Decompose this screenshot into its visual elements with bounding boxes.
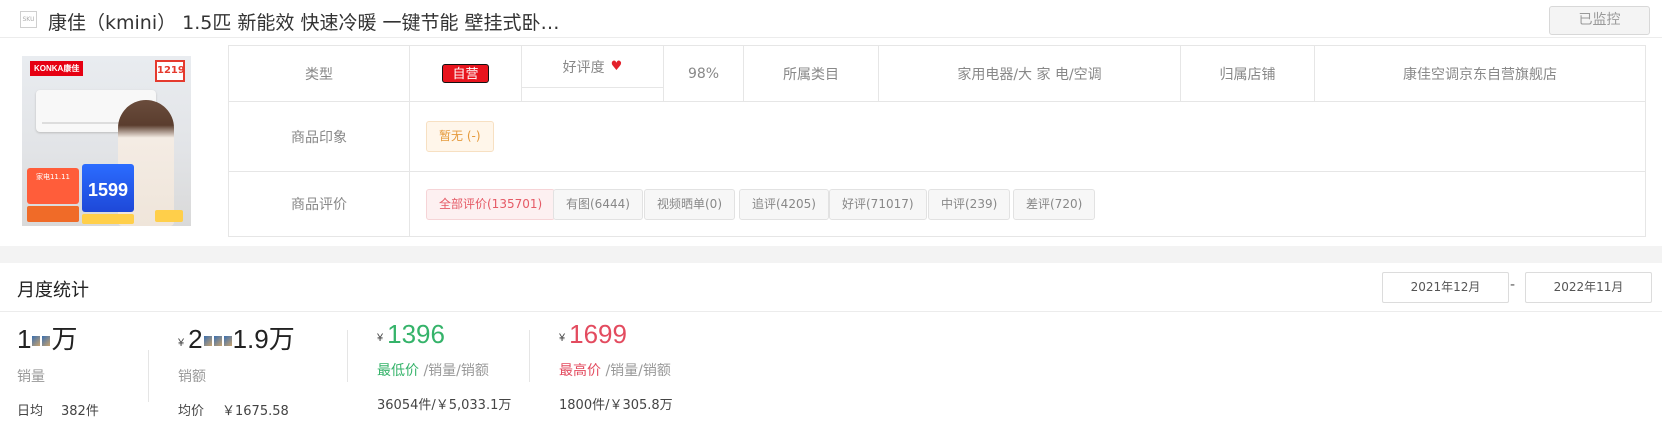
- min-price-detail: 36054件/￥5,033.1万: [377, 398, 512, 413]
- product-info-table: 类型 自营 好评度 ♥ 98% 所属类目 家用电器/大 家 电/空调 归属店铺 康…: [228, 45, 1646, 237]
- brand-logo: KONKA康佳: [30, 61, 84, 76]
- rating-spacer: [522, 88, 664, 102]
- max-price-detail: 1800件/￥305.8万: [559, 398, 673, 413]
- review-chip-all[interactable]: 全部评价(135701): [426, 189, 556, 220]
- shop-label: 归属店铺: [1181, 46, 1315, 102]
- stat-divider: [148, 350, 149, 402]
- review-label: 商品评价: [229, 172, 410, 236]
- revenue-value: ¥2 1.9万: [178, 324, 295, 354]
- review-chip-images[interactable]: 有图(6444): [553, 189, 643, 220]
- sku-icon: SKU: [20, 11, 37, 28]
- sales-volume-stat: 1万 销量 日均 382件: [17, 319, 99, 419]
- average-price: 均价 ￥1675.58: [178, 404, 289, 419]
- title-bar: SKU 康佳（kmini） 1.5匹 新能效 快速冷暖 一键节能 壁挂式卧… 已…: [0, 0, 1662, 38]
- max-price-stat: ¥1699 最高价 /销量/销额 1800件/￥305.8万: [559, 319, 673, 413]
- stat-divider: [347, 330, 348, 382]
- sales-volume-label: 销量: [17, 369, 45, 385]
- revenue-stat: ¥2 1.9万 销额 均价 ￥1675.58: [178, 319, 295, 419]
- review-chip-neutral[interactable]: 中评(239): [928, 189, 1011, 220]
- product-panel: SKU 康佳（kmini） 1.5匹 新能效 快速冷暖 一键节能 壁挂式卧… 已…: [0, 0, 1662, 246]
- heart-icon: ♥: [610, 59, 623, 74]
- stats-header: 月度统计 2021年12月 - 2022年11月: [0, 263, 1662, 312]
- shop-value[interactable]: 康佳空调京东自营旗舰店: [1315, 46, 1645, 102]
- promo-price-badge: 1599: [82, 164, 134, 212]
- stats-title: 月度统计: [17, 280, 89, 301]
- type-label: 类型: [229, 46, 410, 102]
- rating-label-cell: 好评度 ♥: [522, 46, 664, 88]
- rating-value: 98%: [664, 46, 744, 102]
- sales-volume-value: 1万: [17, 324, 78, 354]
- max-price-value: ¥1699: [559, 319, 627, 349]
- date-end-picker[interactable]: 2022年11月: [1525, 272, 1652, 303]
- self-operated-badge: 自营: [442, 64, 489, 83]
- promo-corner-tag: [155, 210, 183, 222]
- rating-label: 好评度: [562, 59, 605, 76]
- category-label: 所属类目: [744, 46, 879, 102]
- stat-divider: [529, 330, 530, 382]
- review-chip-video[interactable]: 视频晒单(0): [644, 189, 735, 220]
- promo-strip-yellow: [82, 214, 134, 224]
- min-price-stat: ¥1396 最低价 /销量/销额 36054件/￥5,033.1万: [377, 319, 511, 413]
- category-value[interactable]: 家用电器/大 家 电/空调: [879, 46, 1181, 102]
- revenue-label: 销额: [178, 369, 206, 385]
- monthly-stats-panel: 月度统计 2021年12月 - 2022年11月 1万 销量 日均 382件 ¥2…: [0, 263, 1662, 438]
- product-image[interactable]: KONKA康佳 1219 家电11.11 1599: [22, 56, 191, 226]
- product-title[interactable]: 康佳（kmini） 1.5匹 新能效 快速冷暖 一键节能 壁挂式卧…: [48, 8, 560, 35]
- review-chip-negative[interactable]: 差评(720): [1013, 189, 1096, 220]
- promo-strip: [27, 206, 79, 222]
- impression-chip[interactable]: 暂无 (-): [426, 121, 494, 152]
- price-tag-badge: 1219: [155, 60, 185, 82]
- type-value-cell: 自营: [410, 46, 522, 102]
- review-chip-followup[interactable]: 追评(4205): [739, 189, 829, 220]
- date-separator: -: [1510, 277, 1516, 293]
- impression-label: 商品印象: [229, 102, 410, 172]
- promo-banner: 家电11.11: [27, 168, 79, 204]
- min-price-label: 最低价 /销量/销额: [377, 363, 489, 379]
- daily-average: 日均 382件: [17, 404, 99, 419]
- date-start-picker[interactable]: 2021年12月: [1382, 272, 1509, 303]
- review-chip-positive[interactable]: 好评(71017): [829, 189, 927, 220]
- min-price-value: ¥1396: [377, 319, 445, 349]
- monitor-button[interactable]: 已监控: [1549, 6, 1650, 35]
- impression-cell: 暂无 (-): [410, 102, 1645, 172]
- max-price-label: 最高价 /销量/销额: [559, 363, 671, 379]
